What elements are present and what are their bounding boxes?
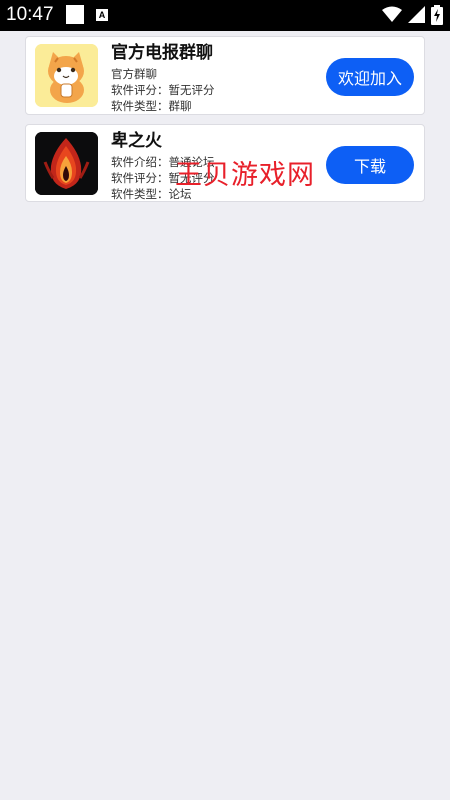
wifi-icon xyxy=(382,6,402,22)
watermark: 王贝游戏网 xyxy=(175,160,315,191)
app-rating: 软件评分：暂无评分 xyxy=(111,83,215,97)
app-type: 软件类型：群聊 xyxy=(111,99,192,113)
notification-a-icon: A xyxy=(96,9,108,21)
app-card-official-chat[interactable]: 官方电报群聊 官方群聊 软件评分：暂无评分 软件类型：群聊 欢迎加入 xyxy=(25,36,425,115)
signal-icon xyxy=(408,6,425,23)
join-button[interactable]: 欢迎加入 xyxy=(326,58,414,96)
status-bar: 10:47 A xyxy=(0,0,450,31)
app-subtitle: 官方群聊 xyxy=(111,67,157,81)
notification-square-icon xyxy=(66,5,84,24)
app-name: 卑之火 xyxy=(111,131,162,151)
red-flame-icon xyxy=(35,132,98,195)
app-name: 官方电报群聊 xyxy=(111,43,213,63)
battery-icon xyxy=(431,5,443,25)
orange-cat-icon xyxy=(35,44,98,107)
status-time: 10:47 xyxy=(6,4,54,25)
download-button[interactable]: 下载 xyxy=(326,146,414,184)
